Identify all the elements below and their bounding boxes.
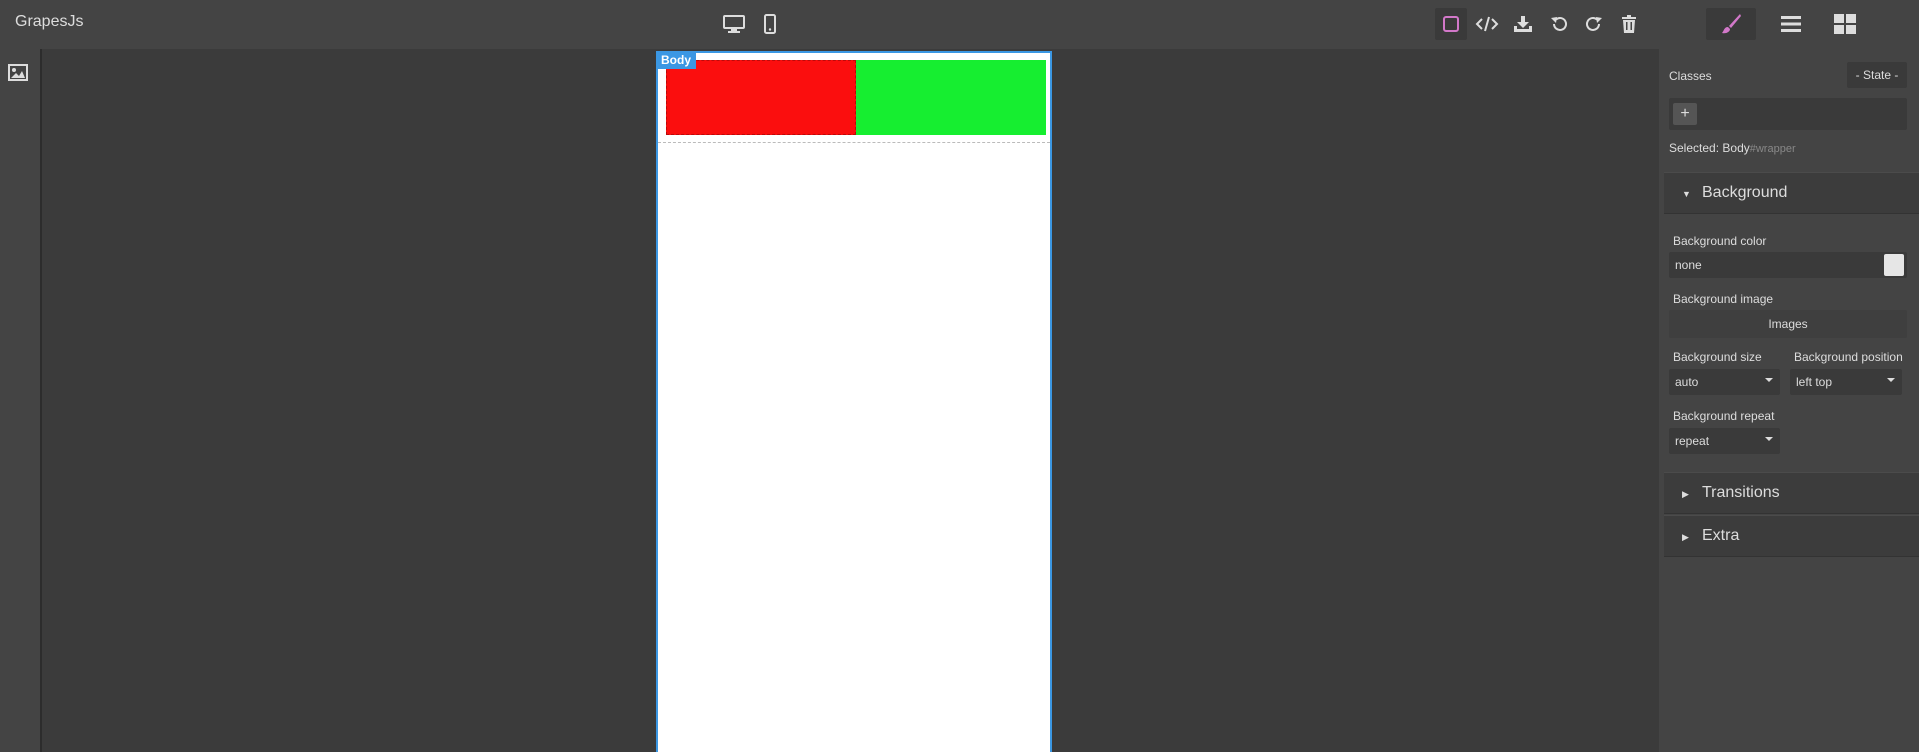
cell-red[interactable] bbox=[666, 60, 856, 135]
state-select[interactable]: - State - bbox=[1847, 62, 1907, 88]
canvas-frame[interactable]: Body bbox=[656, 51, 1052, 752]
selected-id: #wrapper bbox=[1749, 143, 1796, 155]
device-mobile-button[interactable] bbox=[754, 8, 786, 40]
bg-color-input[interactable]: none bbox=[1669, 252, 1907, 278]
sector-transitions[interactable]: ▶ Transitions bbox=[1664, 472, 1919, 514]
bg-size-select[interactable]: auto bbox=[1669, 369, 1780, 395]
sw-visibility-button[interactable] bbox=[1435, 8, 1467, 40]
bg-size-label: Background size bbox=[1673, 350, 1762, 364]
bg-position-label: Background position bbox=[1794, 350, 1903, 364]
download-icon bbox=[1514, 16, 1532, 32]
desktop-icon bbox=[723, 15, 745, 33]
canvas: Body bbox=[42, 49, 1659, 752]
sw-visibility-icon bbox=[1443, 16, 1459, 32]
top-bar: GrapesJs bbox=[0, 0, 1919, 49]
layers-icon bbox=[1781, 16, 1801, 32]
layer-manager-button[interactable] bbox=[1771, 8, 1811, 40]
redo-icon bbox=[1586, 16, 1602, 31]
caret-down-icon bbox=[1765, 378, 1773, 382]
blocks-button[interactable] bbox=[1825, 8, 1865, 40]
state-select-value: - State - bbox=[1855, 68, 1899, 82]
bg-image-label: Background image bbox=[1673, 292, 1774, 306]
mobile-icon bbox=[764, 14, 776, 34]
style-manager-button[interactable] bbox=[1706, 8, 1756, 40]
add-class-button[interactable]: + bbox=[1673, 103, 1697, 125]
style-manager-panel: Classes - State - + Selected: Body#wrapp… bbox=[1659, 49, 1919, 752]
blocks-icon bbox=[1834, 14, 1856, 34]
color-picker[interactable] bbox=[1884, 254, 1904, 276]
selected-badge: Body bbox=[656, 51, 696, 69]
sector-title: Extra bbox=[1702, 527, 1740, 544]
bg-position-select[interactable]: left top bbox=[1790, 369, 1902, 395]
device-desktop-button[interactable] bbox=[718, 8, 750, 40]
paint-brush-icon bbox=[1722, 14, 1741, 34]
undo-button[interactable] bbox=[1543, 8, 1575, 40]
undo-icon bbox=[1551, 16, 1567, 31]
clear-canvas-button[interactable] bbox=[1613, 8, 1645, 40]
caret-down-icon bbox=[1887, 378, 1895, 382]
cell-green[interactable] bbox=[856, 60, 1046, 135]
bg-color-label: Background color bbox=[1673, 234, 1767, 248]
bg-repeat-select[interactable]: repeat bbox=[1669, 428, 1780, 454]
classes-label: Classes bbox=[1669, 69, 1712, 83]
selected-label: Selected: bbox=[1669, 141, 1720, 155]
bg-color-value: none bbox=[1675, 258, 1702, 272]
row-boundary bbox=[658, 142, 1050, 143]
bg-position-value: left top bbox=[1796, 375, 1833, 389]
sector-title: Transitions bbox=[1702, 484, 1780, 501]
bg-repeat-value: repeat bbox=[1675, 434, 1710, 448]
sector-title: Background bbox=[1702, 184, 1788, 201]
selected-name[interactable]: Body bbox=[1722, 141, 1749, 155]
asset-manager-button[interactable] bbox=[7, 62, 29, 82]
app-title: GrapesJs bbox=[15, 13, 84, 30]
images-button[interactable]: Images bbox=[1669, 310, 1907, 338]
export-button[interactable] bbox=[1507, 8, 1539, 40]
caret-down-icon bbox=[1765, 437, 1773, 441]
code-icon bbox=[1475, 16, 1499, 32]
left-panel bbox=[0, 49, 42, 752]
selected-info: Selected: Body#wrapper bbox=[1669, 141, 1796, 155]
classes-container[interactable]: + bbox=[1669, 98, 1907, 130]
image-icon bbox=[8, 63, 28, 81]
caret-down-icon: ▼ bbox=[1682, 189, 1691, 199]
caret-right-icon: ▶ bbox=[1682, 489, 1689, 499]
sector-extra[interactable]: ▶ Extra bbox=[1664, 515, 1919, 557]
redo-button[interactable] bbox=[1578, 8, 1610, 40]
bg-repeat-label: Background repeat bbox=[1673, 409, 1775, 423]
code-button[interactable] bbox=[1471, 8, 1503, 40]
row[interactable] bbox=[666, 60, 1046, 135]
bg-size-value: auto bbox=[1675, 375, 1699, 389]
sector-background[interactable]: ▼ Background bbox=[1664, 172, 1919, 214]
trash-icon bbox=[1622, 15, 1636, 33]
caret-right-icon: ▶ bbox=[1682, 532, 1689, 542]
